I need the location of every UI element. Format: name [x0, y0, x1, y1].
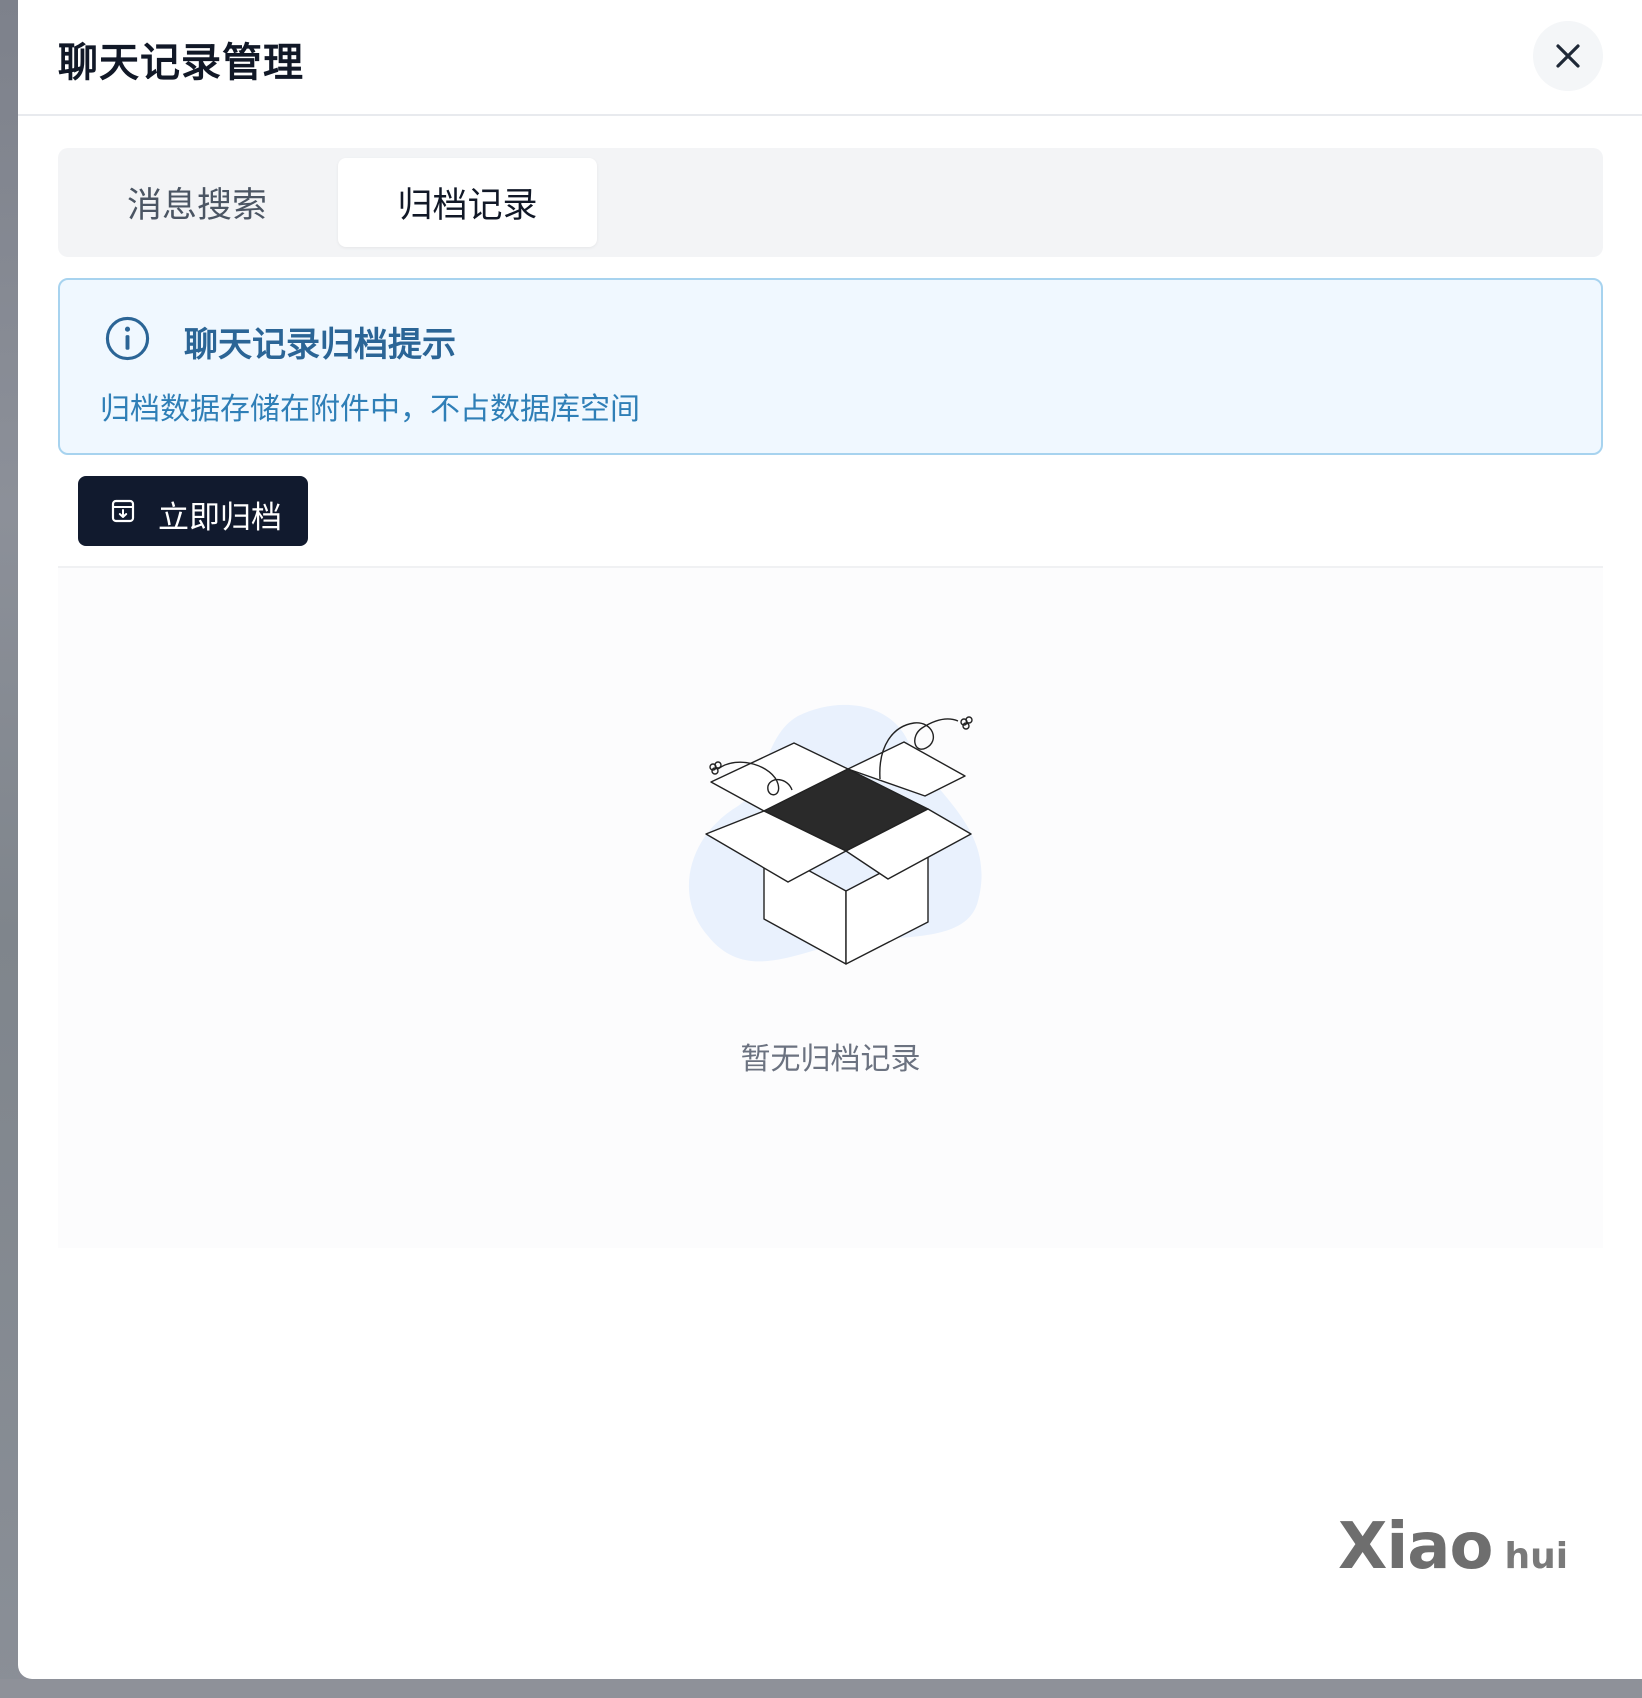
tab-archive-records[interactable]: 归档记录	[338, 158, 597, 247]
tab-message-search[interactable]: 消息搜索	[68, 158, 326, 247]
alert-description: 归档数据存储在附件中，不占数据库空间	[100, 392, 640, 427]
close-icon	[1556, 44, 1580, 68]
empty-box-illustration	[688, 704, 982, 965]
watermark-main: Xiao	[1338, 1510, 1493, 1584]
archive-now-button[interactable]: 立即归档	[78, 476, 308, 546]
dialog-title: 聊天记录管理	[58, 40, 304, 86]
archive-info-alert: 聊天记录归档提示 归档数据存储在附件中，不占数据库空间	[58, 278, 1603, 455]
archive-list-empty-state: 暂无归档记录	[58, 566, 1603, 1248]
archive-icon	[111, 499, 135, 523]
archive-now-label: 立即归档	[158, 500, 282, 536]
watermark-logo: Xiao hui	[1338, 1510, 1568, 1584]
empty-message: 暂无归档记录	[740, 1042, 921, 1077]
page-backdrop-bottom	[0, 1679, 1642, 1698]
info-icon	[105, 316, 150, 361]
chat-records-dialog: 聊天记录管理 消息搜索 归档记录 聊天记录归档提示 归档数据存储在附件中，不占数…	[18, 0, 1642, 1679]
dialog-header: 聊天记录管理	[18, 0, 1642, 116]
watermark-sub: hui	[1504, 1536, 1569, 1577]
alert-title: 聊天记录归档提示	[184, 325, 456, 365]
close-button[interactable]	[1533, 21, 1603, 91]
page-backdrop	[0, 0, 18, 1698]
tab-bar: 消息搜索 归档记录	[58, 148, 1603, 257]
